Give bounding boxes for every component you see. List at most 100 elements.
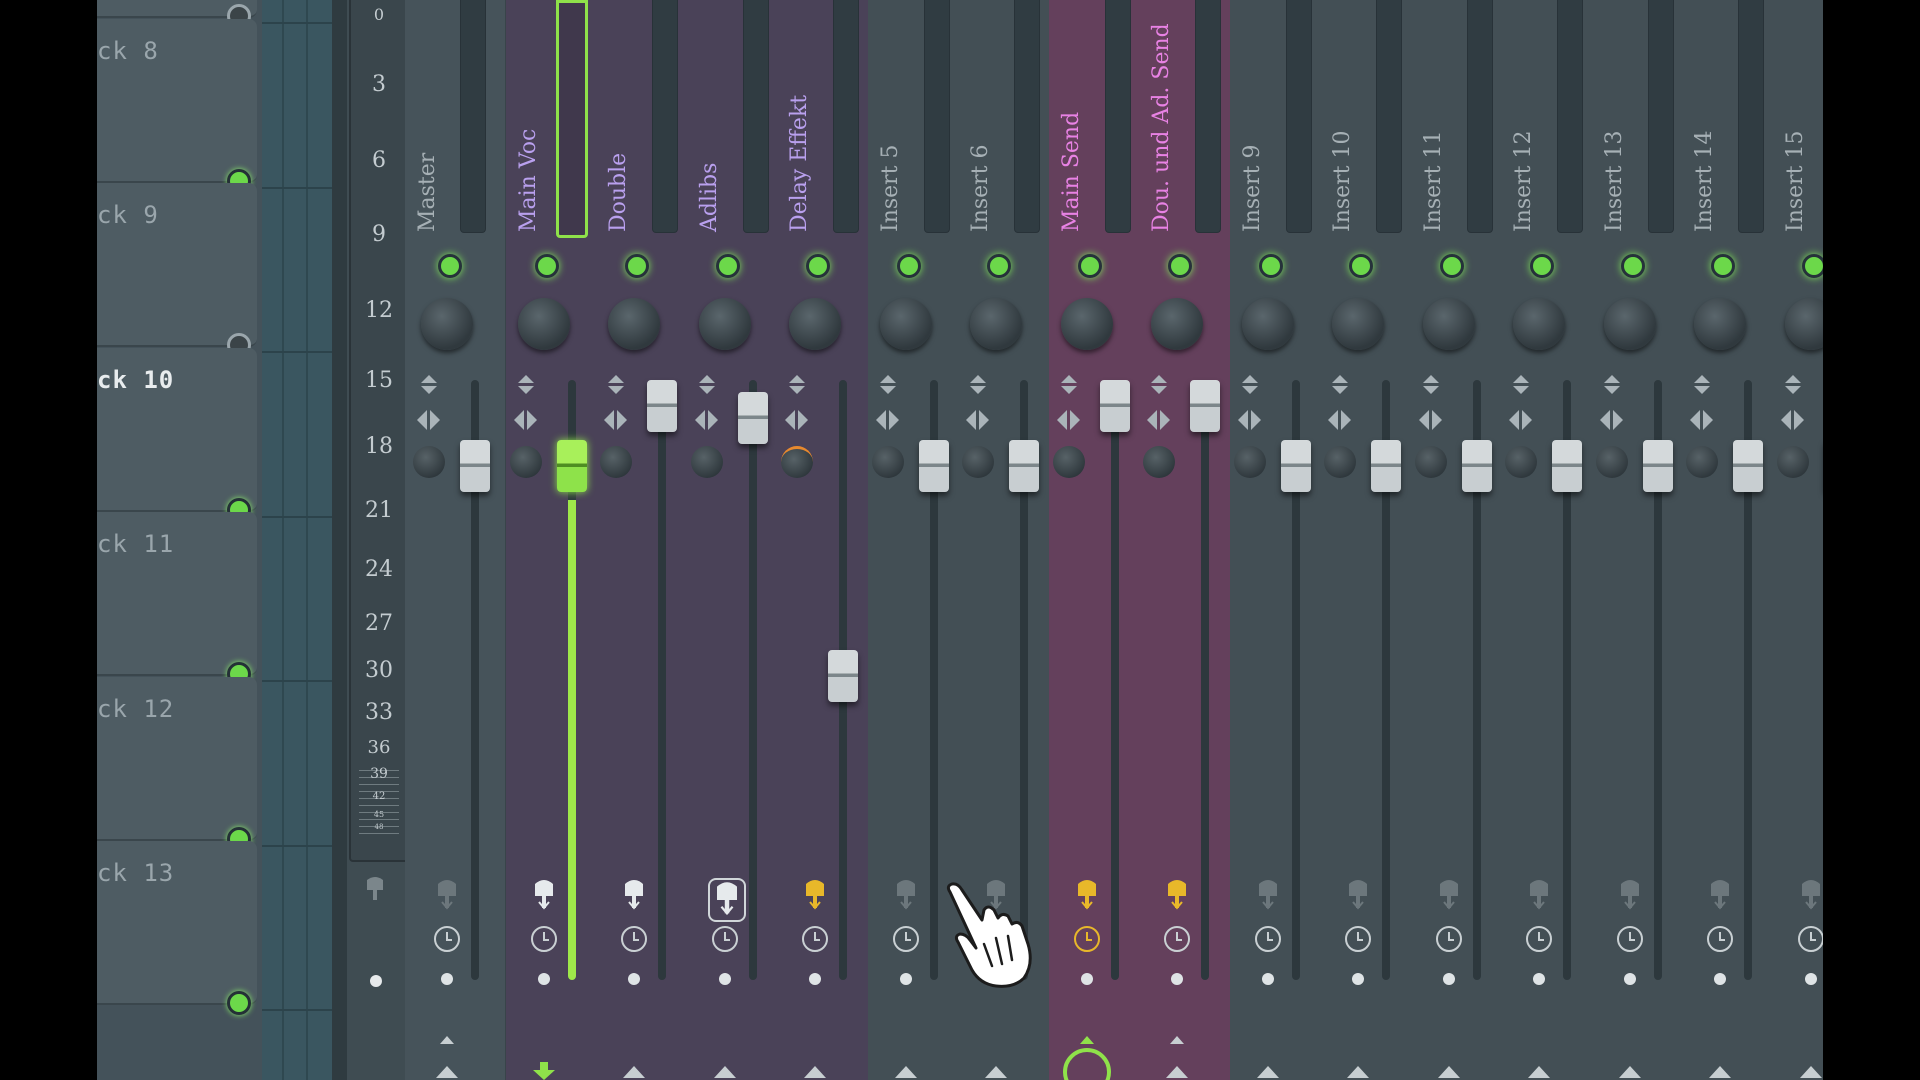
fx-slot-icon[interactable]	[621, 878, 647, 914]
clock-icon[interactable]	[434, 926, 460, 952]
pan-knob[interactable]	[1241, 298, 1294, 350]
route-arrow-icon[interactable]	[1528, 1066, 1550, 1078]
pan-knob[interactable]	[608, 298, 660, 350]
track-led[interactable]	[227, 991, 251, 1015]
fx-slot-icon[interactable]	[1164, 878, 1190, 914]
stereo-knob[interactable]	[1595, 446, 1628, 478]
fader-track[interactable]	[658, 380, 666, 980]
stereo-knob[interactable]	[781, 446, 813, 478]
fx-slot-icon[interactable]	[1707, 878, 1733, 914]
strip-name[interactable]: Insert 14	[1692, 130, 1717, 232]
fx-slot-icon[interactable]	[1345, 878, 1371, 914]
pan-knob[interactable]	[1694, 298, 1746, 350]
clock-icon[interactable]	[1164, 926, 1190, 952]
fx-slot-icon[interactable]	[363, 876, 387, 906]
stereo-knob[interactable]	[600, 446, 632, 478]
mute-led[interactable]	[1801, 254, 1823, 278]
route-dot[interactable]	[718, 973, 731, 985]
fx-slot-icon[interactable]	[1074, 878, 1100, 914]
stereo-knob[interactable]	[413, 446, 445, 478]
volume-fader[interactable]	[1009, 440, 1039, 492]
mixer-strip[interactable]: Insert 9	[1229, 0, 1321, 1080]
mute-led[interactable]	[1439, 254, 1464, 278]
strip-name[interactable]: Main Voc	[516, 129, 541, 232]
mixer-strip[interactable]: Double	[596, 0, 688, 1080]
clock-icon[interactable]	[530, 926, 557, 952]
volume-fader[interactable]	[1371, 440, 1401, 492]
panel-divider[interactable]	[332, 0, 347, 1080]
stereo-separation-icon[interactable]	[1418, 410, 1443, 430]
strip-name[interactable]: Insert 13	[1602, 130, 1627, 232]
fx-slot-icon[interactable]	[531, 878, 557, 914]
mixer-strip[interactable]: Adlibs	[686, 0, 778, 1080]
route-arrow-icon[interactable]	[1799, 1066, 1822, 1078]
stereo-knob[interactable]	[1143, 446, 1175, 478]
clock-icon[interactable]	[621, 926, 647, 952]
clock-icon[interactable]	[1073, 926, 1100, 952]
stereo-knob[interactable]	[1505, 446, 1537, 478]
volume-fader[interactable]	[1552, 440, 1582, 492]
clock-icon[interactable]	[1254, 926, 1281, 952]
mute-led[interactable]	[1168, 254, 1192, 278]
mixer-strip[interactable]: Delay Effekt	[777, 0, 869, 1080]
strip-name[interactable]: Master	[415, 153, 440, 232]
volume-fader[interactable]	[556, 440, 587, 492]
pan-knob[interactable]	[517, 298, 570, 350]
stereo-knob[interactable]	[1776, 446, 1809, 478]
track-header[interactable]: ck 13	[97, 841, 257, 1005]
stereo-separation-icon[interactable]	[1599, 410, 1624, 430]
pan-knob[interactable]	[1332, 298, 1384, 350]
stereo-separation-icon[interactable]	[1509, 410, 1533, 430]
route-arrow-icon[interactable]	[1618, 1066, 1641, 1078]
route-dot[interactable]	[1804, 973, 1817, 985]
volume-fader[interactable]	[460, 440, 490, 492]
fx-slot-icon[interactable]	[802, 878, 828, 914]
pan-knob[interactable]	[421, 298, 473, 350]
stereo-knob[interactable]	[962, 446, 994, 478]
pan-knob[interactable]	[1422, 298, 1475, 350]
route-arrow-icon[interactable]	[1347, 1066, 1369, 1078]
mixer-strip[interactable]: Insert 13	[1591, 0, 1683, 1080]
route-dot[interactable]	[628, 973, 640, 985]
route-small-arrow-icon[interactable]	[1079, 1036, 1094, 1044]
route-ring[interactable]	[1062, 1048, 1111, 1080]
pan-knob[interactable]	[698, 298, 751, 350]
strip-name[interactable]: Delay Effekt	[787, 95, 812, 232]
route-dot[interactable]	[1261, 973, 1274, 985]
volume-fader[interactable]	[647, 380, 677, 432]
mute-led[interactable]	[987, 254, 1011, 278]
mute-led[interactable]	[806, 254, 830, 278]
stereo-knob[interactable]	[1414, 446, 1447, 478]
mixer-strip[interactable]: Main Voc	[505, 0, 597, 1080]
volume-fader[interactable]	[828, 650, 858, 702]
strip-name[interactable]: Insert 9	[1240, 144, 1265, 232]
strip-name[interactable]: Insert 6	[968, 144, 993, 232]
clock-icon[interactable]	[1707, 926, 1733, 952]
route-small-arrow-icon[interactable]	[1170, 1036, 1184, 1044]
pan-knob[interactable]	[1513, 298, 1565, 350]
pan-knob[interactable]	[1060, 298, 1113, 350]
route-dot[interactable]	[441, 973, 453, 985]
strip-name[interactable]: Insert 15	[1783, 130, 1808, 232]
route-dot[interactable]	[537, 973, 550, 985]
mute-led[interactable]	[896, 254, 921, 278]
clock-icon[interactable]	[1345, 926, 1371, 952]
fx-slot-icon[interactable]	[707, 878, 746, 922]
volume-fader[interactable]	[1190, 380, 1220, 432]
track-header[interactable]: ck 10	[97, 347, 257, 512]
stereo-knob[interactable]	[690, 446, 723, 478]
mute-led[interactable]	[438, 254, 462, 278]
route-arrow-icon[interactable]	[1256, 1066, 1279, 1078]
route-dot[interactable]	[1171, 973, 1183, 985]
mute-led[interactable]	[715, 254, 740, 278]
route-arrow-icon[interactable]	[1709, 1066, 1731, 1078]
fader-track[interactable]	[1110, 380, 1119, 980]
stereo-separation-icon[interactable]	[1328, 410, 1352, 430]
route-dot[interactable]	[1352, 973, 1364, 985]
strip-name[interactable]: Dou. und Ad. Send	[1149, 23, 1174, 232]
stereo-separation-icon[interactable]	[604, 410, 628, 430]
clock-icon[interactable]	[1616, 926, 1643, 952]
route-arrow-icon[interactable]	[713, 1066, 736, 1078]
route-arrow-icon[interactable]	[623, 1066, 645, 1078]
fx-slot-icon[interactable]	[434, 878, 460, 914]
